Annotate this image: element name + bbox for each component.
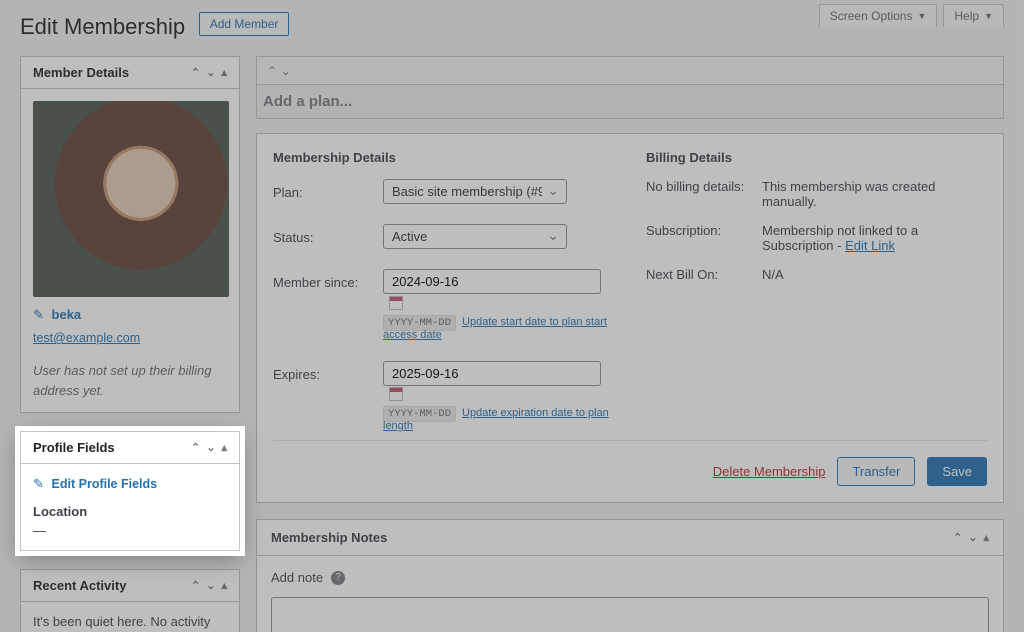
pencil-icon: ✎: [33, 307, 44, 322]
membership-details-panel: Membership Details Plan: Basic site memb…: [256, 133, 1004, 503]
expires-input[interactable]: [383, 361, 601, 386]
caret-up-icon[interactable]: ▴: [221, 441, 227, 454]
caret-up-icon[interactable]: ▴: [221, 66, 227, 79]
profile-fields-heading: Profile Fields: [33, 440, 115, 455]
next-bill-label: Next Bill On:: [646, 267, 762, 282]
chevron-down-icon[interactable]: ⌄: [281, 64, 291, 78]
screen-options-label: Screen Options: [830, 9, 913, 23]
chevron-down-icon[interactable]: ⌄: [206, 579, 215, 592]
member-since-input[interactable]: [383, 269, 601, 294]
caret-up-icon[interactable]: ▴: [221, 579, 227, 592]
billing-address-empty: User has not set up their billing addres…: [33, 361, 227, 400]
edit-profile-fields-link[interactable]: Edit Profile Fields: [52, 477, 158, 491]
billing-details-heading: Billing Details: [646, 150, 987, 165]
note-textarea[interactable]: [271, 597, 989, 632]
edit-subscription-link[interactable]: Edit Link: [845, 238, 895, 253]
member-details-panel: Member Details ⌃ ⌄ ▴ ✎ beka test@example…: [20, 56, 240, 413]
member-since-label: Member since:: [273, 269, 383, 290]
screen-options-button[interactable]: Screen Options ▼: [819, 4, 938, 27]
member-email-link[interactable]: test@example.com: [33, 331, 140, 345]
help-button[interactable]: Help ▼: [943, 4, 1004, 27]
membership-details-heading: Membership Details: [273, 150, 614, 165]
expires-label: Expires:: [273, 361, 383, 382]
chevron-up-icon[interactable]: ⌃: [953, 531, 962, 544]
avatar: [33, 101, 229, 297]
caret-up-icon[interactable]: ▴: [983, 531, 989, 544]
chevron-down-icon: ▼: [984, 11, 993, 21]
member-details-heading: Member Details: [33, 65, 129, 80]
chevron-up-icon[interactable]: ⌃: [191, 579, 200, 592]
profile-field-location-label: Location: [33, 504, 227, 519]
page-title: Edit Membership: [20, 14, 185, 40]
help-icon[interactable]: ?: [331, 571, 345, 585]
help-label: Help: [954, 9, 979, 23]
chevron-up-icon[interactable]: ⌃: [267, 64, 277, 78]
pencil-icon: ✎: [33, 476, 44, 491]
profile-fields-panel: Profile Fields ⌃ ⌄ ▴ ✎ Edit Profile Fiel…: [20, 431, 240, 551]
calendar-icon[interactable]: [389, 296, 403, 310]
delete-membership-link[interactable]: Delete Membership: [713, 464, 826, 479]
transfer-button[interactable]: Transfer: [837, 457, 915, 486]
calendar-icon[interactable]: [389, 387, 403, 401]
plan-label: Plan:: [273, 179, 383, 200]
plan-panel-handle: ⌃ ⌄: [256, 56, 1004, 85]
status-label: Status:: [273, 224, 383, 245]
profile-field-location-value: —: [33, 523, 227, 538]
no-billing-label: No billing details:: [646, 179, 762, 209]
chevron-down-icon: ▼: [917, 11, 926, 21]
member-name-link[interactable]: beka: [52, 307, 82, 322]
recent-activity-panel: Recent Activity ⌃ ⌄ ▴ It's been quiet he…: [20, 569, 240, 632]
next-bill-value: N/A: [762, 267, 987, 282]
chevron-down-icon[interactable]: ⌄: [206, 66, 215, 79]
recent-activity-heading: Recent Activity: [33, 578, 126, 593]
add-member-button[interactable]: Add Member: [199, 12, 290, 36]
add-plan-placeholder[interactable]: Add a plan...: [257, 85, 1003, 118]
add-note-label: Add note: [271, 570, 323, 585]
chevron-up-icon[interactable]: ⌃: [191, 66, 200, 79]
recent-activity-empty: It's been quiet here. No activity yet.: [33, 614, 210, 632]
membership-notes-panel: Membership Notes ⌃ ⌄ ▴ Add note ?: [256, 519, 1004, 632]
no-billing-value: This membership was created manually.: [762, 179, 987, 209]
subscription-label: Subscription:: [646, 223, 762, 253]
status-select[interactable]: Active: [383, 224, 567, 249]
chevron-up-icon[interactable]: ⌃: [191, 441, 200, 454]
chevron-down-icon[interactable]: ⌄: [968, 531, 977, 544]
chevron-down-icon[interactable]: ⌄: [206, 441, 215, 454]
save-button[interactable]: Save: [927, 457, 987, 486]
membership-notes-heading: Membership Notes: [271, 530, 387, 545]
plan-select[interactable]: Basic site membership (#955): [383, 179, 567, 204]
